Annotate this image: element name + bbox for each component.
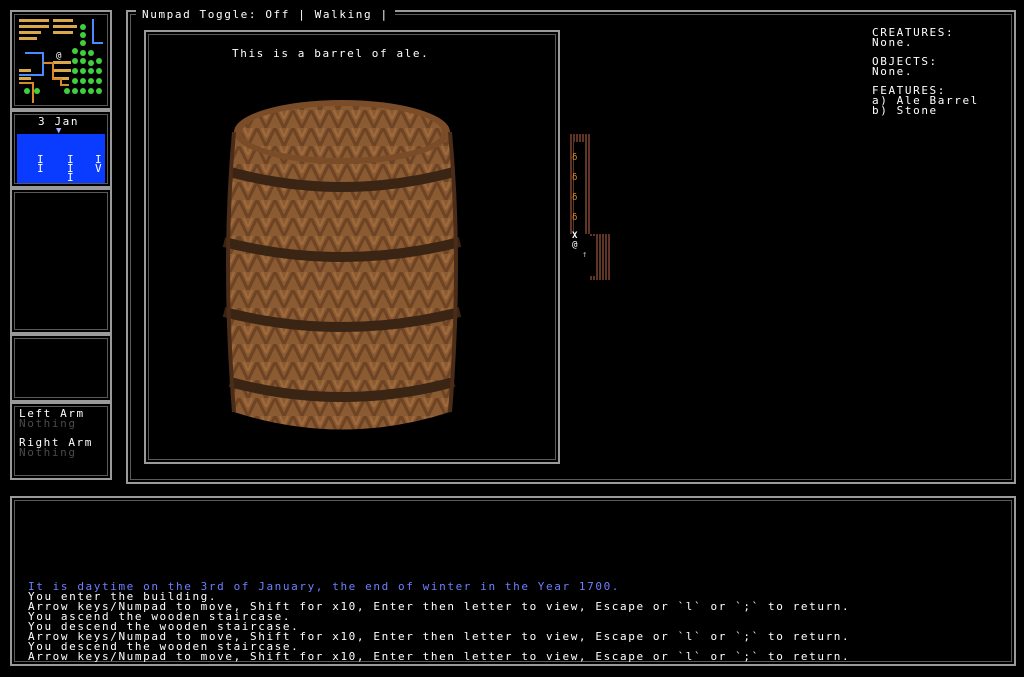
left-arm-value: Nothing (19, 417, 77, 430)
info-panel: CREATURES: None. OBJECTS: None. FEATURES… (872, 27, 1012, 128)
svg-text:@: @ (56, 51, 62, 61)
minimap: @ (17, 17, 105, 103)
minimap-panel: @ (10, 10, 112, 110)
look-panel: This is a barrel of ale. (144, 30, 560, 464)
barrel-tile[interactable]: δ (572, 154, 577, 163)
log-line: Arrow keys/Numpad to move, Shift for x10… (28, 650, 851, 663)
local-map: δ δ δ δ X @ ↑ (568, 134, 612, 284)
staircase-up-icon[interactable]: ↑ (582, 251, 587, 260)
message-log-panel: It is daytime on the 3rd of January, the… (10, 496, 1016, 666)
look-description: This is a barrel of ale. (232, 47, 430, 60)
calendar-season: II III IV (17, 134, 105, 183)
message-log: It is daytime on the 3rd of January, the… (28, 581, 851, 663)
objects-value: None. (872, 65, 914, 78)
barrel-tile[interactable]: δ (572, 174, 577, 183)
feature-item-b[interactable]: b) Stone (872, 105, 938, 116)
barrel-tile[interactable]: δ (572, 194, 577, 203)
empty-panel-1 (10, 188, 112, 334)
calendar-panel: 3 Jan ▼ II III IV (10, 110, 112, 188)
player-character[interactable]: @ (572, 241, 577, 250)
right-arm-value: Nothing (19, 446, 77, 459)
barrel-tile[interactable]: δ (572, 214, 577, 223)
empty-panel-2 (10, 334, 112, 402)
arms-panel: Left Arm Nothing Right Arm Nothing (10, 402, 112, 480)
ale-barrel-image (222, 100, 462, 430)
status-text: Numpad Toggle: Off | Walking | (142, 8, 389, 21)
status-bar: Numpad Toggle: Off | Walking | (136, 7, 395, 21)
creatures-value: None. (872, 36, 914, 49)
